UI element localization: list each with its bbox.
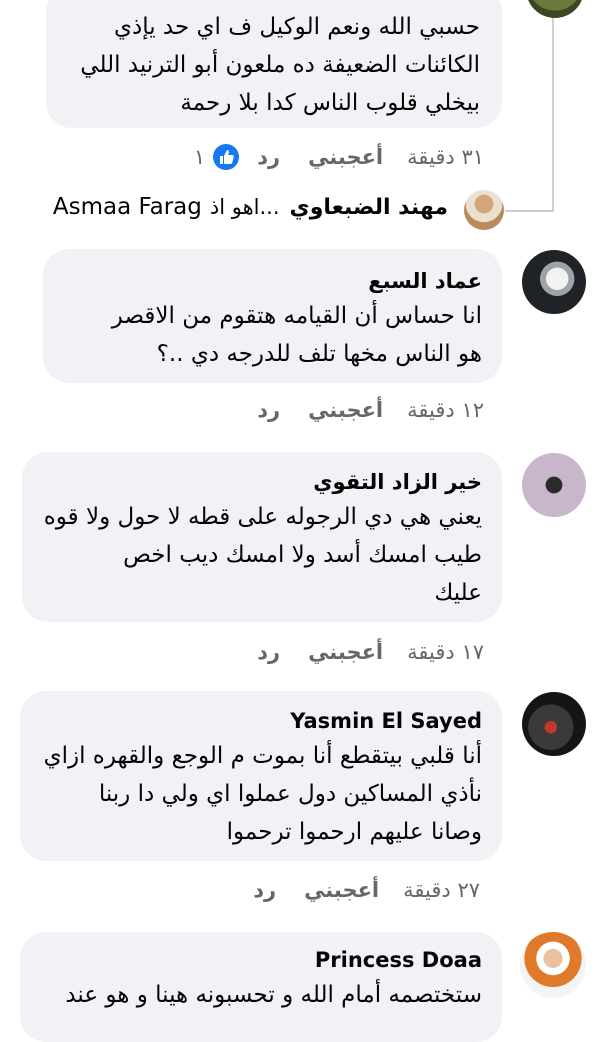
reply-button[interactable]: رد: [257, 398, 280, 422]
avatar[interactable]: [520, 932, 586, 998]
comment-text: حسبي الله ونعم الوكيل ف اي حد يإذي: [113, 14, 480, 40]
like-button[interactable]: أعجبني: [308, 640, 383, 664]
avatar[interactable]: [526, 0, 584, 18]
comment-actions: ١٧ دقيقة أعجبني رد: [257, 640, 484, 664]
comment-text: هو الناس مخها تلف للدرجه دي ..؟: [156, 341, 482, 367]
avatar[interactable]: [464, 190, 504, 230]
avatar[interactable]: [522, 453, 586, 517]
reply-button[interactable]: رد: [253, 878, 276, 902]
reactions[interactable]: ١: [193, 144, 240, 170]
comment-text: بيخلي قلوب الناس كدا بلا رحمة: [180, 90, 480, 116]
like-button[interactable]: أعجبني: [304, 878, 379, 902]
like-reaction-icon: [213, 144, 240, 170]
comment-actions: ٢٧ دقيقة أعجبني رد: [253, 878, 480, 902]
comment-actions: ٣١ دقيقة أعجبني رد ١: [194, 144, 484, 170]
comment-bubble: Princess Doaa ستختصمه أمام الله و تحسبون…: [20, 932, 502, 1042]
comment-text: أنا قلبي بيتقطع أنا بموت م الوجع والقهره…: [43, 743, 482, 769]
comment-time[interactable]: ١٧ دقيقة: [407, 640, 484, 664]
reply-preview[interactable]: مهند الضبعاوي ...اهو اذ Asmaa Farag: [53, 194, 448, 220]
comment-text: ستختصمه أمام الله و تحسبونه هينا و هو عن…: [65, 982, 482, 1008]
comment-bubble: Yasmin El Sayed أنا قلبي بيتقطع أنا بموت…: [20, 691, 502, 861]
like-button[interactable]: أعجبني: [308, 145, 383, 169]
comment-time[interactable]: ٣١ دقيقة: [407, 145, 484, 169]
avatar[interactable]: [522, 250, 586, 314]
comment-time[interactable]: ٢٧ دقيقة: [403, 878, 480, 902]
comment-time[interactable]: ١٢ دقيقة: [407, 398, 484, 422]
like-button[interactable]: أعجبني: [308, 398, 383, 422]
comment-author[interactable]: Yasmin El Sayed: [34, 707, 482, 735]
comment-text: وصانا عليهم ارحموا ترحموا: [226, 819, 482, 845]
comment-actions: ١٢ دقيقة أعجبني رد: [257, 398, 484, 422]
comment-bubble: عماد السبع انا حساس أن القيامه هتقوم من …: [43, 249, 502, 383]
comment-author[interactable]: Princess Doaa: [34, 946, 482, 974]
comment-text: نأذي المساكين دول عملوا اي ولي دا ربنا: [98, 781, 482, 807]
comment-text: عليك: [434, 580, 482, 606]
comment-text: طيب امسك أسد ولا امسك ديب اخص: [123, 542, 482, 568]
comment-bubble: حسبي الله ونعم الوكيل ف اي حد يإذي الكائ…: [46, 0, 502, 128]
comment-bubble: خير الزاد التقوي يعني هي دي الرجوله على …: [22, 452, 502, 622]
comment-text: يعني هي دي الرجوله على قطه لا حول ولا قو…: [43, 504, 482, 530]
reply-button[interactable]: رد: [257, 145, 280, 169]
reply-button[interactable]: رد: [257, 640, 280, 664]
reaction-count: ١: [193, 145, 206, 169]
thread-line-branch: [505, 210, 554, 212]
comment-text: انا حساس أن القيامه هتقوم من الاقصر: [111, 303, 482, 329]
reply-mention: Asmaa Farag: [52, 194, 202, 220]
comment-author[interactable]: خير الزاد التقوي: [38, 468, 482, 496]
reply-author[interactable]: مهند الضبعاوي: [290, 195, 448, 220]
comment-author[interactable]: عماد السبع: [59, 267, 482, 295]
thread-line: [552, 18, 554, 212]
comment-text: الكائنات الضعيفة ده ملعون أبو الترنيد ال…: [80, 52, 480, 78]
reply-snippet: ...اهو اذ: [209, 195, 280, 219]
avatar[interactable]: [522, 692, 586, 756]
